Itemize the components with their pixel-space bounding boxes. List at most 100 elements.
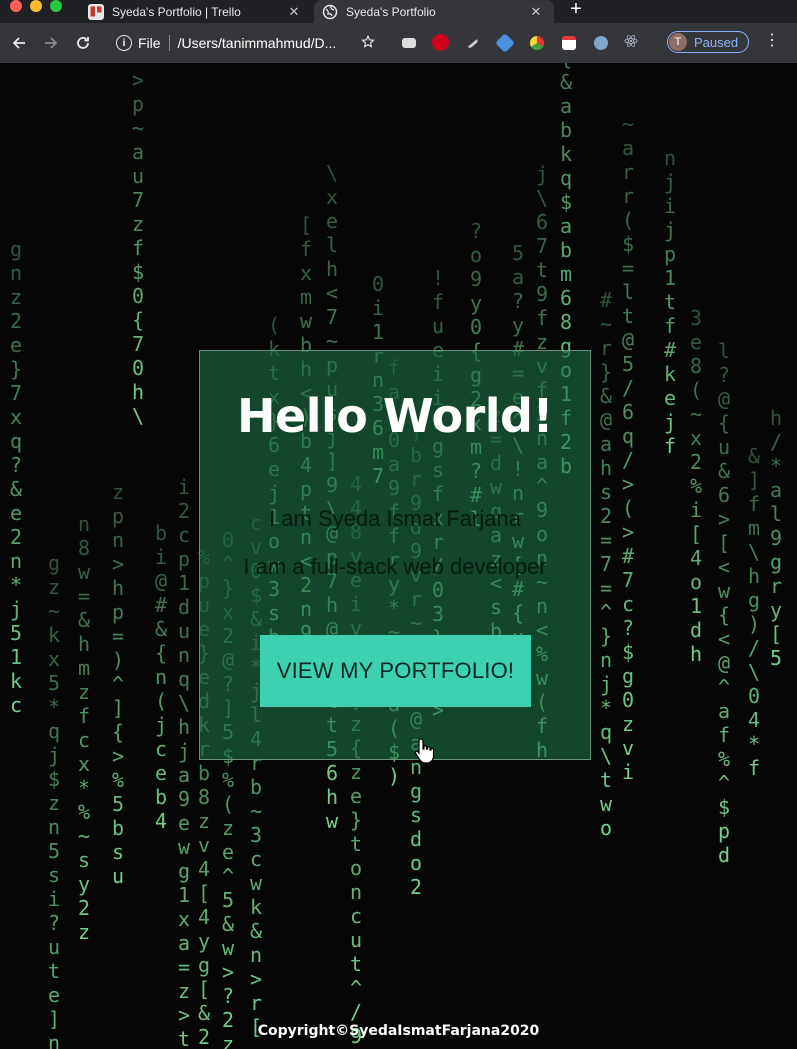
- svg-text:u: u: [112, 864, 124, 888]
- svg-text:p: p: [132, 92, 144, 116]
- svg-text:n: n: [350, 880, 362, 904]
- svg-text:h: h: [770, 406, 782, 430]
- svg-text:5: 5: [48, 671, 60, 695]
- pencil-icon[interactable]: [465, 35, 479, 50]
- svg-text:m: m: [748, 516, 760, 540]
- svg-text:i: i: [372, 296, 384, 320]
- svg-text:5: 5: [512, 241, 524, 265]
- svg-text:#: #: [664, 338, 676, 362]
- svg-text:l: l: [770, 502, 782, 526]
- window-icon[interactable]: [402, 38, 416, 48]
- zoom-window-button[interactable]: [50, 0, 62, 12]
- svg-text:h: h: [178, 715, 190, 739]
- svg-text:b: b: [155, 521, 167, 545]
- svg-text:x: x: [690, 426, 702, 450]
- tab-portfolio[interactable]: Syeda's Portfolio ✕: [314, 0, 554, 23]
- svg-text:>: >: [222, 960, 234, 984]
- svg-text:o: o: [410, 851, 422, 875]
- svg-text:s: s: [78, 848, 90, 872]
- svg-text:o: o: [350, 856, 362, 880]
- svg-text:(: (: [222, 792, 234, 816]
- svg-text:>: >: [132, 68, 144, 92]
- svg-text:=: =: [112, 624, 124, 648]
- svg-text:\: \: [326, 161, 338, 185]
- svg-text:w: w: [250, 871, 263, 895]
- svg-text:f: f: [664, 314, 676, 338]
- forward-button[interactable]: [39, 31, 63, 55]
- close-icon[interactable]: ✕: [286, 4, 302, 20]
- svg-text:~: ~: [622, 112, 634, 136]
- chrome-ext-icon[interactable]: [530, 36, 544, 50]
- svg-text:i: i: [155, 545, 167, 569]
- svg-text:q: q: [10, 429, 22, 453]
- svg-text:b: b: [155, 785, 167, 809]
- svg-text:e: e: [10, 501, 22, 525]
- svg-text:q: q: [622, 424, 634, 448]
- svg-text:^: ^: [222, 864, 234, 888]
- hero-card: Hello World! I am Syeda Ismat Farjana I …: [199, 350, 591, 760]
- svg-text:{: {: [718, 411, 730, 435]
- view-portfolio-button[interactable]: VIEW MY PORTFOLIO!: [260, 635, 531, 707]
- close-window-button[interactable]: [10, 0, 22, 12]
- svg-text:c: c: [10, 693, 22, 717]
- svg-text:8: 8: [690, 354, 702, 378]
- address-bar[interactable]: i File /Users/tanimmahmud/D...: [110, 29, 390, 57]
- svg-text:=: =: [622, 256, 634, 280]
- adblock-plus-icon[interactable]: [432, 34, 449, 51]
- svg-text:&: &: [560, 70, 572, 94]
- svg-text:}: }: [10, 357, 22, 381]
- svg-text:z: z: [132, 212, 144, 236]
- svg-text:z: z: [178, 979, 190, 1003]
- svg-text:n: n: [155, 665, 167, 689]
- svg-text:/: /: [622, 376, 634, 400]
- svg-text:4: 4: [748, 708, 760, 732]
- minimize-window-button[interactable]: [30, 0, 42, 12]
- svg-text:2: 2: [410, 875, 422, 899]
- svg-text:7: 7: [536, 234, 548, 258]
- svg-text:?: ?: [470, 219, 482, 243]
- tab-bar: Syeda's Portfolio | Trello ✕ Syeda's Por…: [0, 0, 797, 23]
- back-button[interactable]: [7, 31, 31, 55]
- shield-icon[interactable]: [495, 33, 515, 53]
- svg-text:c: c: [250, 847, 262, 871]
- svg-text:$: $: [560, 190, 572, 214]
- svg-text:h: h: [326, 257, 338, 281]
- profile-button[interactable]: T Paused: [667, 31, 749, 53]
- svg-text:f: f: [78, 704, 90, 728]
- new-tab-button[interactable]: +: [566, 0, 586, 20]
- close-icon[interactable]: ✕: [528, 4, 544, 20]
- svg-text:k: k: [48, 623, 60, 647]
- svg-text:?: ?: [622, 616, 634, 640]
- svg-text:6: 6: [326, 761, 338, 785]
- svg-text:o: o: [470, 243, 482, 267]
- svg-text:d: d: [178, 595, 190, 619]
- tab-trello[interactable]: Syeda's Portfolio | Trello ✕: [80, 0, 312, 23]
- svg-text:q: q: [600, 720, 612, 744]
- svg-text:r: r: [600, 336, 612, 360]
- react-icon[interactable]: [624, 34, 638, 48]
- info-icon[interactable]: i: [116, 35, 132, 51]
- svg-text:n: n: [178, 643, 190, 667]
- reload-button[interactable]: [71, 31, 95, 55]
- svg-text:g: g: [198, 953, 210, 977]
- svg-text:^: ^: [112, 672, 124, 696]
- puzzle-icon[interactable]: [594, 36, 608, 50]
- svg-text:f: f: [718, 723, 730, 747]
- tab-title: Syeda's Portfolio | Trello: [112, 4, 241, 19]
- svg-text:j: j: [155, 713, 167, 737]
- menu-kebab-icon[interactable]: ⋮: [764, 33, 780, 49]
- svg-text:x: x: [300, 261, 312, 285]
- calendar-icon[interactable]: [562, 36, 576, 50]
- bookmark-star-icon[interactable]: [361, 35, 375, 49]
- svg-text:y: y: [78, 872, 90, 896]
- svg-text:2: 2: [690, 450, 702, 474]
- svg-text:f: f: [748, 492, 760, 516]
- svg-text:(: (: [155, 689, 167, 713]
- svg-text:i: i: [48, 887, 60, 911]
- svg-text:k: k: [560, 142, 572, 166]
- svg-text:b: b: [250, 775, 262, 799]
- svg-text:<: <: [718, 627, 730, 651]
- hand-pointer-icon: [414, 738, 435, 764]
- svg-text:d: d: [410, 827, 422, 851]
- svg-text:r: r: [250, 991, 262, 1015]
